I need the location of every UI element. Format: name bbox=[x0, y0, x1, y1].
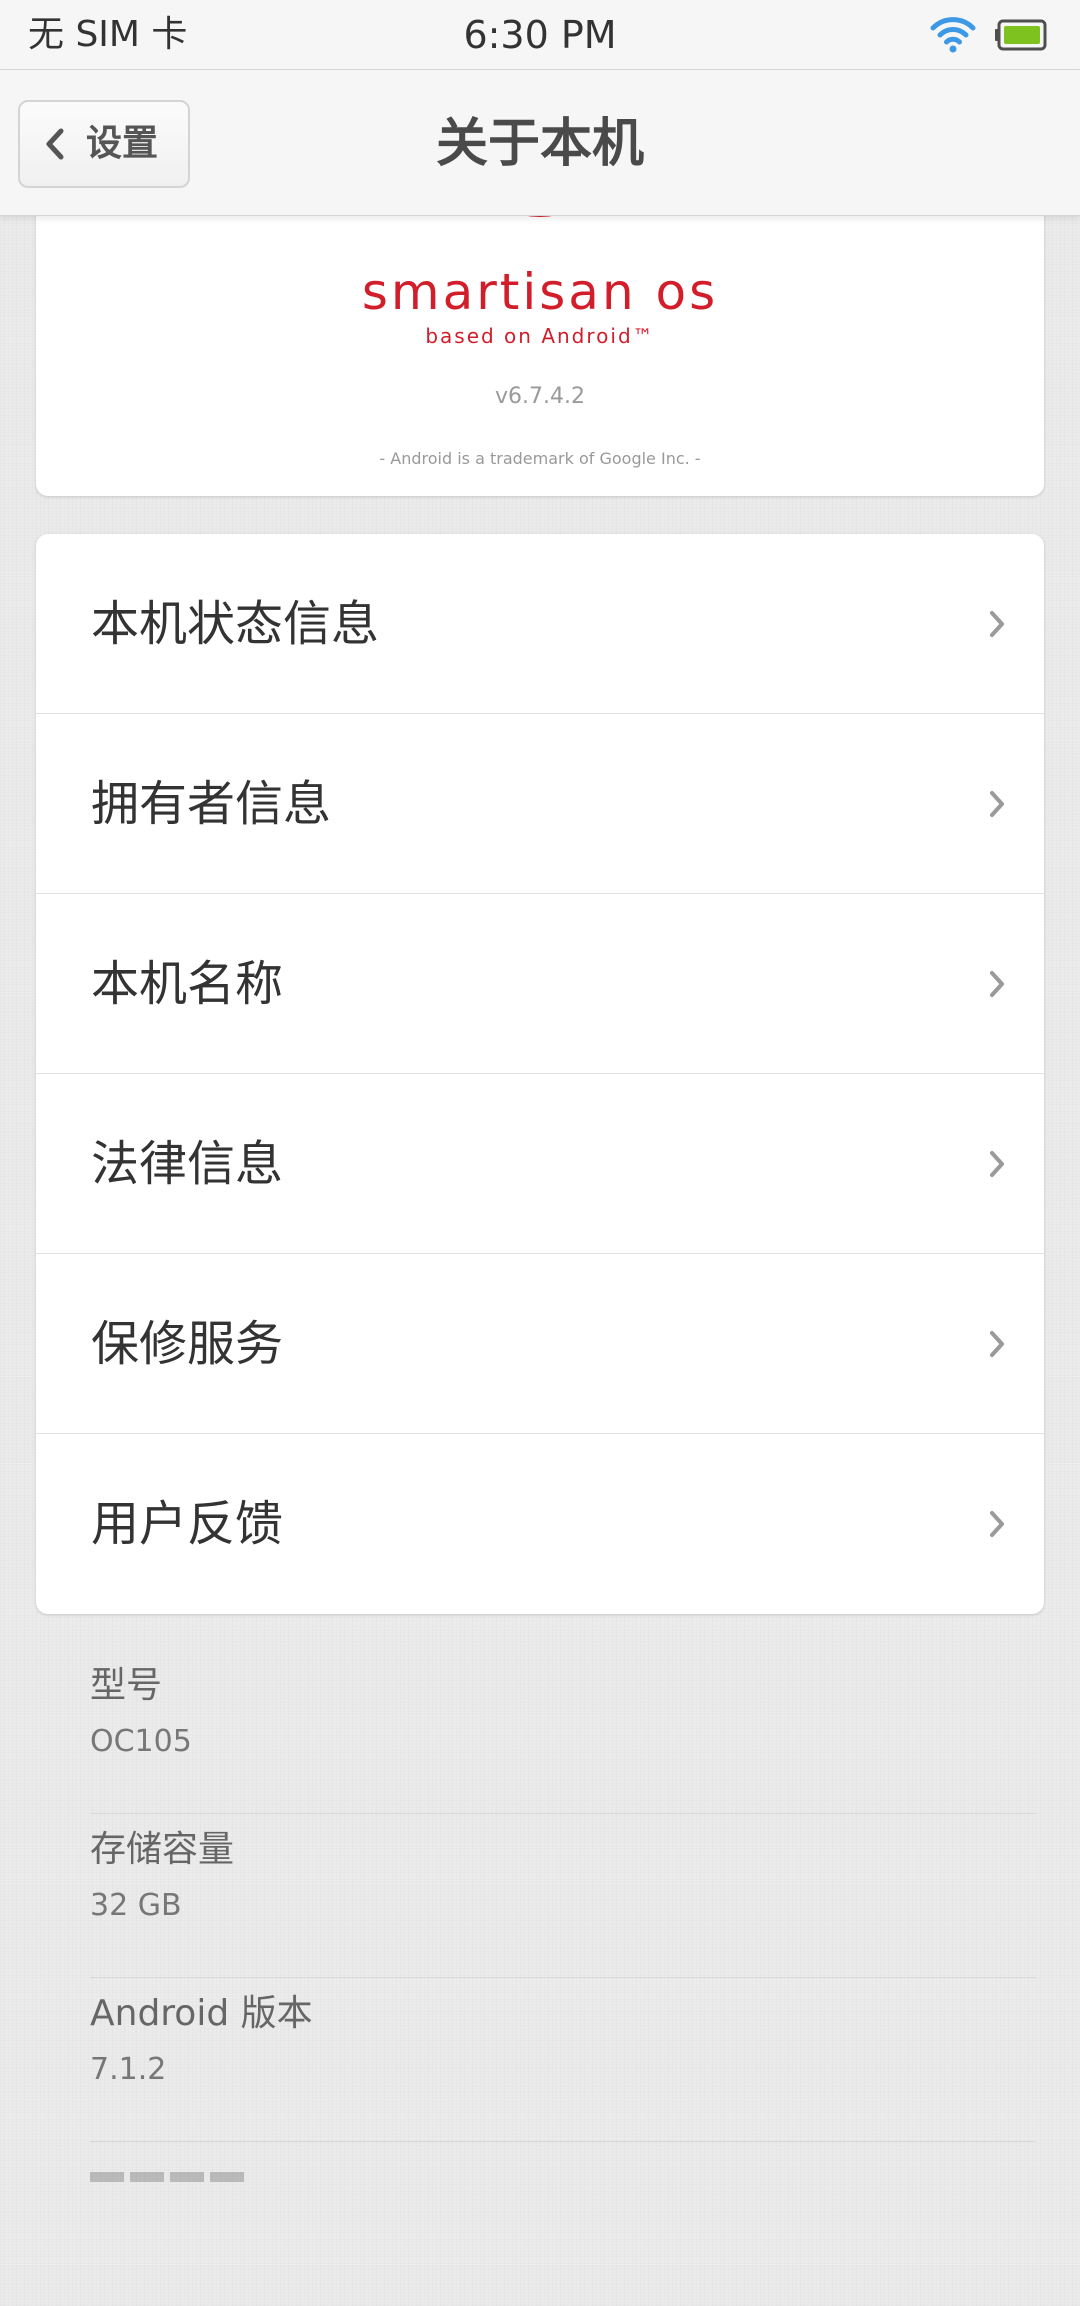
menu-item-label: 法律信息 bbox=[91, 1136, 284, 1192]
info-item-model: 型号 OC105 bbox=[90, 1650, 1036, 1814]
page-title: 关于本机 bbox=[435, 114, 644, 174]
chevron-right-icon bbox=[990, 1151, 1004, 1177]
os-version: v6.7.4.2 bbox=[495, 384, 585, 409]
brand-wordmark: smartisan os bbox=[361, 263, 719, 321]
battery-icon bbox=[995, 19, 1047, 51]
chevron-right-icon bbox=[990, 1511, 1004, 1537]
chevron-right-icon bbox=[990, 611, 1004, 637]
trademark-note: - Android is a trademark of Google Inc. … bbox=[379, 449, 701, 468]
chevron-right-icon bbox=[990, 791, 1004, 817]
menu-item-label: 本机状态信息 bbox=[91, 596, 380, 652]
info-label: 存储容量 bbox=[90, 1829, 235, 1870]
clock: 6:30 PM bbox=[463, 13, 617, 57]
menu-item-warranty[interactable]: 保修服务 bbox=[36, 1254, 1044, 1434]
info-item-storage: 存储容量 32 GB bbox=[90, 1814, 1036, 1978]
info-value: OC105 bbox=[90, 1724, 192, 1759]
menu-item-feedback[interactable]: 用户反馈 bbox=[36, 1434, 1044, 1614]
menu-item-device-status[interactable]: 本机状态信息 bbox=[36, 534, 1044, 714]
menu-item-device-name[interactable]: 本机名称 bbox=[36, 894, 1044, 1074]
menu-item-label: 用户反馈 bbox=[91, 1496, 284, 1552]
info-label: 型号 bbox=[90, 1665, 163, 1706]
status-bar: 无 SIM 卡 6:30 PM bbox=[0, 0, 1080, 70]
info-value: 7.1.2 bbox=[90, 2052, 167, 2087]
info-item-truncated bbox=[90, 2142, 1036, 2306]
menu-item-legal-info[interactable]: 法律信息 bbox=[36, 1074, 1044, 1254]
menu-item-label: 保修服务 bbox=[91, 1316, 284, 1372]
wifi-icon bbox=[930, 17, 976, 53]
info-label: Android 版本 bbox=[90, 1993, 313, 2034]
nav-bar: 设置 关于本机 bbox=[0, 70, 1080, 216]
info-item-android-version: Android 版本 7.1.2 bbox=[90, 1978, 1036, 2142]
device-info-list: 型号 OC105 存储容量 32 GB Android 版本 7.1.2 bbox=[90, 1650, 1036, 2306]
info-value: 32 GB bbox=[90, 1888, 182, 1923]
menu-item-label: 拥有者信息 bbox=[91, 776, 332, 832]
menu-item-owner-info[interactable]: 拥有者信息 bbox=[36, 714, 1044, 894]
brand-tagline: based on Android™ bbox=[425, 324, 655, 348]
menu-item-label: 本机名称 bbox=[91, 956, 284, 1012]
chevron-right-icon bbox=[990, 1331, 1004, 1357]
truncated-label bbox=[90, 2172, 244, 2182]
chevron-right-icon bbox=[990, 971, 1004, 997]
settings-menu-card: 本机状态信息 拥有者信息 本机名称 法律信息 保修服务 用户反馈 bbox=[36, 534, 1044, 1614]
